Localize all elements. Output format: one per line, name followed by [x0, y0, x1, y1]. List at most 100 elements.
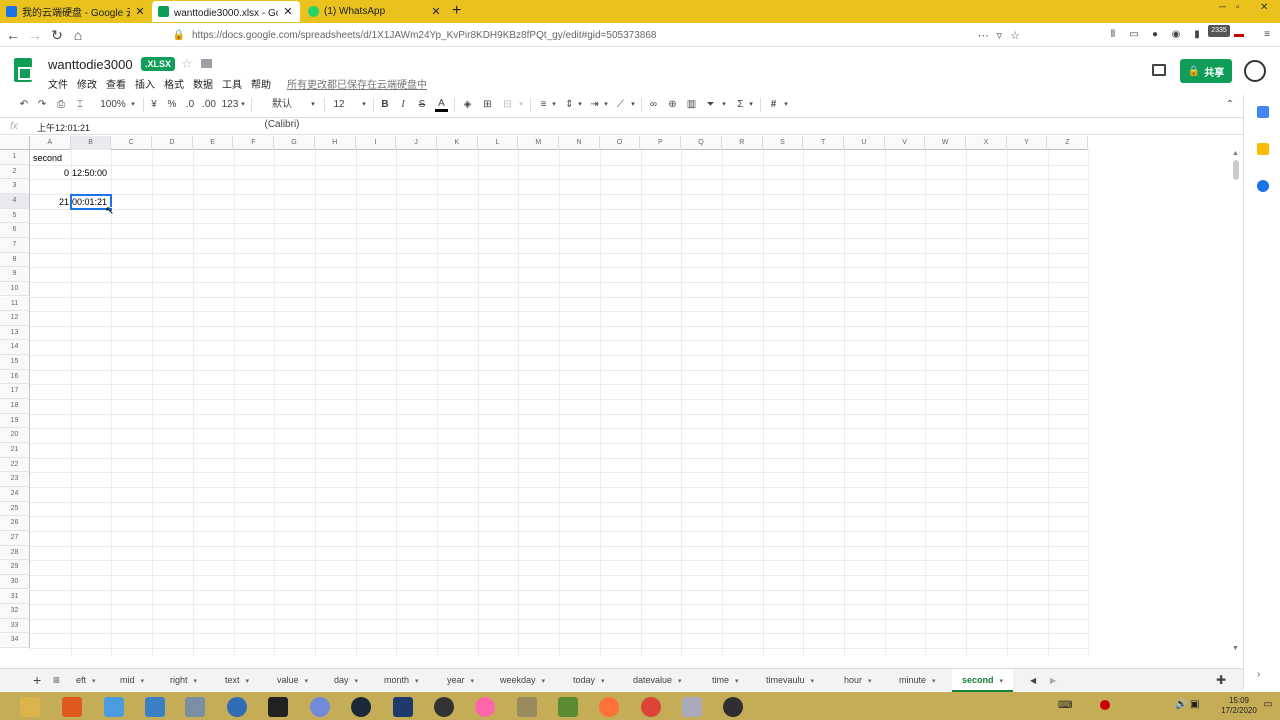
italic-icon[interactable]: I: [397, 95, 409, 115]
steam-icon[interactable]: [351, 697, 371, 717]
chevron-down-icon[interactable]: ▾: [415, 678, 419, 685]
row-header-29[interactable]: 29: [0, 560, 30, 575]
chevron-down-icon[interactable]: ▾: [309, 95, 317, 115]
column-header-y[interactable]: Y: [1007, 136, 1048, 150]
volume-icon[interactable]: 🔊: [1175, 699, 1187, 710]
forward-arrow-icon[interactable]: →: [26, 26, 44, 44]
chevron-down-icon[interactable]: ▾: [128, 95, 138, 115]
sheet-tab-value[interactable]: value ▾: [267, 669, 318, 692]
chevron-down-icon[interactable]: ▾: [678, 678, 682, 685]
extension-icon[interactable]: ●: [1149, 29, 1161, 41]
menu-format[interactable]: 格式: [164, 76, 184, 91]
share-button[interactable]: 🔒 共享: [1180, 59, 1232, 83]
close-icon[interactable]: ✕: [282, 5, 294, 18]
currency-format-button[interactable]: ¥: [148, 95, 160, 115]
row-header-14[interactable]: 14: [0, 340, 30, 356]
scroll-up-icon[interactable]: ▲: [1232, 150, 1239, 157]
chevron-down-icon[interactable]: ▾: [194, 678, 198, 685]
chevron-down-icon[interactable]: ▾: [542, 678, 546, 685]
restore-icon[interactable]: ▫: [1236, 2, 1240, 13]
column-header-z[interactable]: Z: [1048, 136, 1089, 150]
chevron-down-icon[interactable]: ▾: [92, 678, 96, 685]
app-icon[interactable]: [145, 697, 165, 717]
paint-format-icon[interactable]: ⌶: [73, 95, 87, 115]
row-header-18[interactable]: 18: [0, 399, 30, 414]
menu-view[interactable]: 查看: [106, 76, 126, 91]
column-header-n[interactable]: N: [559, 136, 600, 150]
scroll-tabs-right-icon[interactable]: ▶: [1050, 669, 1056, 692]
chevron-down-icon[interactable]: ▾: [355, 678, 359, 685]
home-icon[interactable]: ⌂: [69, 26, 87, 44]
library-icon[interactable]: ⫴: [1107, 29, 1119, 41]
app-icon[interactable]: [227, 697, 247, 717]
column-header-x[interactable]: X: [966, 136, 1007, 150]
row-header-22[interactable]: 22: [0, 457, 30, 473]
row-header-28[interactable]: 28: [0, 545, 30, 561]
sheet-tab-time[interactable]: time ▾: [702, 669, 749, 692]
app-icon[interactable]: [104, 697, 124, 717]
add-sheet-button[interactable]: +: [33, 669, 41, 692]
extension-badge[interactable]: 2335: [1208, 25, 1230, 37]
menu-file[interactable]: 文件: [48, 76, 68, 91]
tasks-icon[interactable]: [1257, 180, 1269, 192]
column-header-p[interactable]: P: [641, 136, 682, 150]
spreadsheet-grid[interactable]: ABCDEFGHIJKLMNOPQRSTUVWXYZ 1 2 3 4 5 6 7 8 9 10 11…: [0, 136, 1243, 656]
notification-icon[interactable]: ▭: [1263, 699, 1272, 710]
save-status[interactable]: 所有更改都已保存在云端硬盘中: [287, 76, 427, 91]
chevron-down-icon[interactable]: ▾: [517, 95, 525, 115]
row-header-30[interactable]: 30: [0, 574, 30, 590]
cell-a1[interactable]: second: [33, 151, 71, 165]
chevron-down-icon[interactable]: ▾: [720, 95, 728, 115]
sheet-tab-weekday[interactable]: weekday ▾: [490, 669, 555, 692]
chevron-down-icon[interactable]: ▾: [782, 95, 790, 115]
chevron-down-icon[interactable]: ▾: [141, 678, 145, 685]
explore-icon[interactable]: ✚: [1216, 669, 1226, 692]
row-header-21[interactable]: 21: [0, 443, 30, 458]
keep-icon[interactable]: [1257, 143, 1269, 155]
row-header-10[interactable]: 10: [0, 281, 30, 297]
print-icon[interactable]: ⎙: [54, 95, 68, 115]
back-arrow-icon[interactable]: ←: [4, 26, 22, 44]
column-header-h[interactable]: H: [315, 136, 356, 150]
column-header-e[interactable]: E: [193, 136, 234, 150]
chevron-down-icon[interactable]: ▾: [811, 678, 815, 685]
percent-format-button[interactable]: %: [166, 95, 178, 115]
row-header-31[interactable]: 31: [0, 589, 30, 605]
chevron-down-icon[interactable]: ▾: [239, 95, 247, 115]
window-close-icon[interactable]: ✕: [1260, 2, 1268, 13]
all-sheets-icon[interactable]: ≡: [53, 669, 60, 692]
select-all-corner[interactable]: [0, 136, 30, 150]
column-header-o[interactable]: O: [600, 136, 641, 150]
network-icon[interactable]: ▣: [1190, 699, 1199, 710]
minimize-icon[interactable]: ─: [1219, 2, 1226, 13]
avatar[interactable]: [1244, 60, 1266, 82]
app-icon[interactable]: [268, 697, 288, 717]
column-header-m[interactable]: M: [518, 136, 560, 150]
app-icon[interactable]: [185, 697, 205, 717]
address-bar[interactable]: 🔒 https://docs.google.com/spreadsheets/d…: [166, 25, 1026, 45]
close-icon[interactable]: ✕: [430, 5, 442, 18]
chevron-down-icon[interactable]: ▾: [550, 95, 558, 115]
chevron-down-icon[interactable]: ▾: [576, 95, 584, 115]
calendar-icon[interactable]: [1257, 106, 1269, 118]
obs-icon[interactable]: [723, 697, 743, 717]
browser-tab-drive[interactable]: 我的云端硬盘 - Google 云端硬盘 ✕: [0, 1, 152, 22]
extension-icon[interactable]: ◉: [1170, 29, 1182, 41]
column-header-i[interactable]: I: [356, 136, 397, 150]
app-icon[interactable]: [517, 697, 537, 717]
sheet-tab-month[interactable]: month ▾: [374, 669, 429, 692]
sheets-logo-icon[interactable]: [14, 58, 32, 82]
scrollbar-thumb[interactable]: [1233, 160, 1239, 180]
insert-comment-icon[interactable]: ⊕: [666, 95, 679, 115]
row-header-6[interactable]: 6: [0, 223, 30, 238]
sheet-tab-timevaulu[interactable]: timevaulu ▾: [756, 669, 824, 692]
redo-icon[interactable]: ↷: [35, 95, 49, 115]
sheet-tab-datevalue[interactable]: datevalue ▾: [623, 669, 692, 692]
zoom-select[interactable]: 100%: [100, 95, 126, 115]
column-header-s[interactable]: S: [763, 136, 804, 150]
system-clock[interactable]: 15:09 17/2/2020: [1219, 696, 1259, 716]
row-header-8[interactable]: 8: [0, 252, 30, 268]
fill-color-icon[interactable]: ◈: [461, 95, 474, 115]
column-header-l[interactable]: L: [478, 136, 519, 150]
chevron-down-icon[interactable]: ▾: [602, 95, 610, 115]
